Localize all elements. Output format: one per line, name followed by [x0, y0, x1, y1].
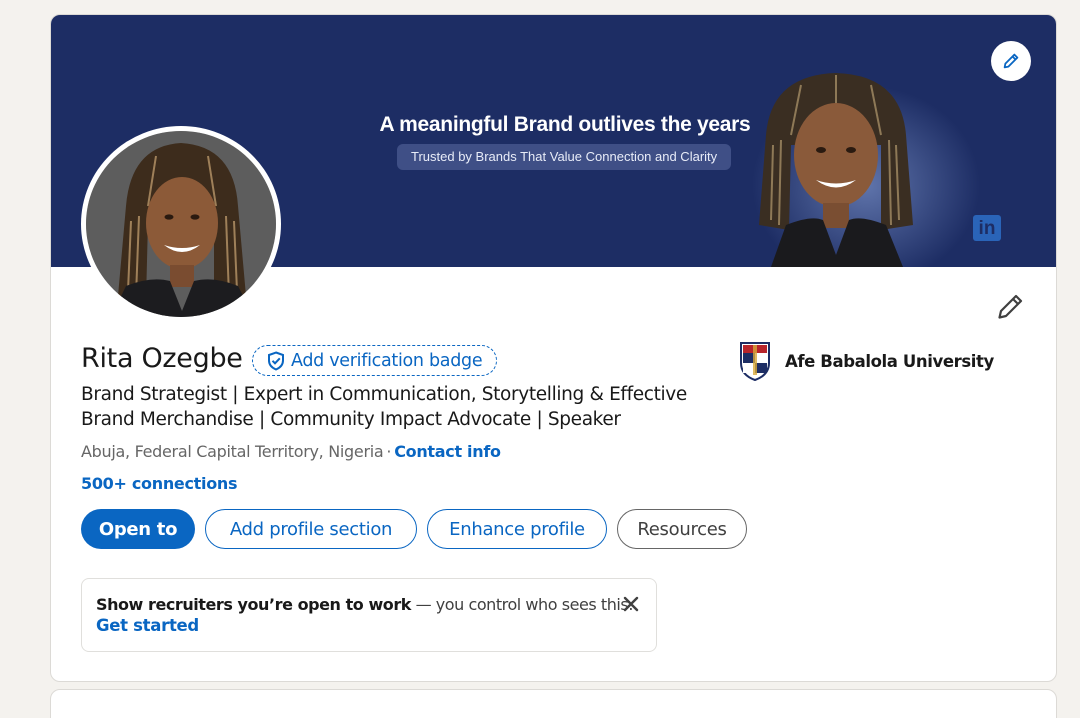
- profile-card: A meaningful Brand outlives the years Tr…: [50, 14, 1057, 682]
- open-to-work-prompt: Show recruiters you’re open to work — yo…: [81, 578, 657, 652]
- shield-check-icon: [268, 350, 284, 371]
- profile-name: Rita Ozegbe: [81, 343, 243, 374]
- edit-intro-button[interactable]: [995, 292, 1025, 322]
- contact-info-link[interactable]: Contact info: [394, 442, 501, 461]
- school-name: Afe Babalola University: [785, 351, 994, 371]
- open-to-work-text: Show recruiters you’re open to work — yo…: [96, 595, 633, 614]
- banner-subheadline: Trusted by Brands That Value Connection …: [397, 144, 732, 170]
- close-icon[interactable]: [622, 595, 640, 613]
- open-to-work-rest: — you control who sees this.: [410, 595, 634, 614]
- profile-headline: Brand Strategist | Expert in Communicati…: [81, 384, 687, 430]
- next-section-card: [50, 689, 1057, 718]
- banner-headline: A meaningful Brand outlives the years: [379, 113, 751, 136]
- connections-link[interactable]: 500+ connections: [81, 474, 238, 493]
- open-to-work-bold: Show recruiters you’re open to work: [96, 595, 411, 614]
- profile-photo: [86, 131, 276, 317]
- open-to-button[interactable]: Open to: [81, 509, 195, 549]
- edit-banner-button[interactable]: [991, 41, 1031, 81]
- banner-person-photo: [759, 73, 913, 267]
- get-started-link[interactable]: Get started: [96, 616, 612, 635]
- verification-label: Add verification badge: [291, 350, 483, 371]
- pencil-icon: [1003, 53, 1019, 69]
- profile-location-row: Abuja, Federal Capital Territory, Nigeri…: [81, 442, 501, 461]
- add-verification-badge-button[interactable]: Add verification badge: [252, 345, 498, 376]
- education-entry[interactable]: Afe Babalola University: [739, 341, 994, 381]
- location-separator: ·: [386, 442, 392, 461]
- pencil-icon: [998, 294, 1023, 319]
- university-crest-icon: [740, 342, 770, 381]
- add-profile-section-button[interactable]: Add profile section: [205, 509, 417, 549]
- profile-avatar[interactable]: [81, 126, 281, 322]
- resources-button[interactable]: Resources: [617, 509, 747, 549]
- linkedin-logo-icon: in: [973, 215, 1001, 241]
- location-text: Abuja, Federal Capital Territory, Nigeri…: [81, 442, 384, 461]
- enhance-profile-button[interactable]: Enhance profile: [427, 509, 607, 549]
